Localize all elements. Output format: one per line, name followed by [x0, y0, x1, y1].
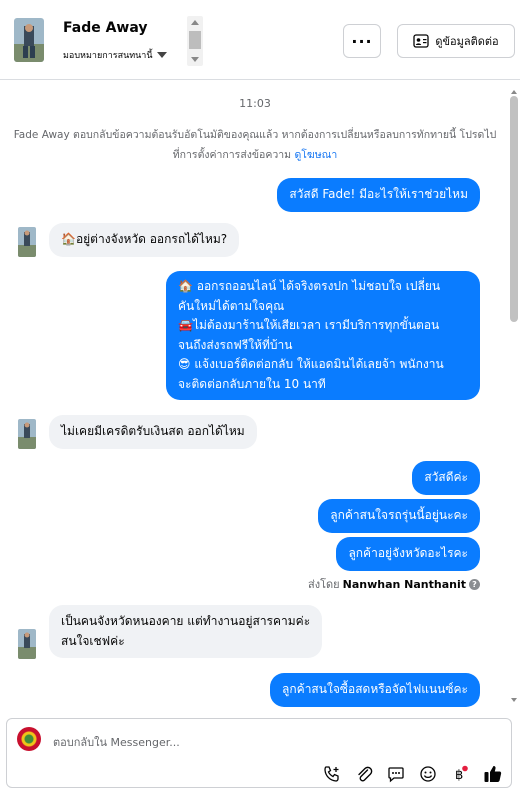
- chevron-down-icon: [156, 52, 167, 58]
- scroll-down-arrow-icon[interactable]: [191, 57, 199, 62]
- contact-avatar-small: [18, 629, 36, 659]
- outgoing-message: สวัสดี Fade! มีอะไรให้เราช่วยไหม: [277, 178, 480, 212]
- info-icon[interactable]: ?: [469, 578, 480, 590]
- quick-reply-icon[interactable]: [385, 763, 407, 785]
- message-line: จะติดต่อกลับภายใน 10 นาที: [178, 376, 326, 391]
- conversation-header: Fade Away มอบหมายการสนทนานี้ ··· ดูข้อมู…: [0, 0, 520, 80]
- emoji-icon[interactable]: [417, 763, 439, 785]
- attach-icon[interactable]: [353, 763, 375, 785]
- message-composer: ตอบกลับใน Messenger... ฿: [6, 718, 512, 788]
- contact-name[interactable]: Fade Away: [63, 20, 148, 36]
- sender-name: Nanwhan Nanthanit: [342, 577, 466, 591]
- message-line: สนใจเชฟค่ะ: [61, 633, 125, 648]
- reply-input[interactable]: ตอบกลับใน Messenger...: [53, 733, 180, 751]
- view-ad-link[interactable]: ดูโฆษณา: [294, 149, 337, 161]
- contact-avatar-small: [18, 227, 36, 257]
- scroll-thumb[interactable]: [189, 31, 201, 49]
- outgoing-message: ลูกค้าอยู่จังหวัดอะไรคะ: [336, 537, 480, 571]
- contact-avatar[interactable]: [14, 18, 44, 62]
- scroll-up-arrow-icon[interactable]: [511, 90, 517, 94]
- payment-icon[interactable]: ฿: [449, 763, 471, 785]
- sent-by-label: ส่งโดย Nanwhan Nanthanit ?: [308, 575, 480, 593]
- view-contact-info-button[interactable]: ดูข้อมูลติดต่อ: [397, 24, 515, 58]
- contact-avatar-small: [18, 419, 36, 449]
- svg-text:฿: ฿: [455, 768, 463, 783]
- scroll-thumb[interactable]: [510, 96, 518, 322]
- composer-toolbar: ฿: [7, 763, 513, 787]
- outgoing-message: สวัสดีค่ะ: [412, 461, 480, 495]
- message-line: 😎 แจ้งเบอร์ติดต่อกลับ ให้แอดมินได้เลยจ้า…: [178, 357, 444, 371]
- assign-conversation-dropdown[interactable]: มอบหมายการสนทนานี้: [63, 48, 167, 62]
- outgoing-message: 🏠 ออกรถออนไลน์ ได้จริงตรงปก ไม่ชอบใจ เปล…: [166, 271, 480, 400]
- system-notice-text: Fade Away ตอบกลับข้อความต้อนรับอัตโนมัติ…: [13, 129, 497, 161]
- call-add-icon[interactable]: [321, 763, 343, 785]
- outgoing-message: ลูกค้าสนใจซื้อสดหรือจัดไฟแนนซ์คะ: [270, 673, 480, 707]
- contact-info-label: ดูข้อมูลติดต่อ: [435, 35, 499, 48]
- incoming-message: ไม่เคยมีเครดิตรับเงินสด ออกได้ไหม: [49, 415, 257, 449]
- scroll-down-arrow-icon[interactable]: [511, 698, 517, 702]
- more-options-button[interactable]: ···: [343, 24, 381, 58]
- message-line: 🏠 ออกรถออนไลน์ ได้จริงตรงปก ไม่ชอบใจ เปล…: [178, 279, 441, 293]
- scroll-up-arrow-icon[interactable]: [191, 20, 199, 25]
- header-scrollbar[interactable]: [187, 16, 203, 66]
- page-avatar: [17, 727, 41, 751]
- message-timestamp: 11:03: [239, 97, 271, 110]
- message-line: 🚘ไม่ต้องมาร้านให้เสียเวลา เรามีบริการทุก…: [178, 318, 440, 332]
- sent-by-prefix: ส่งโดย: [308, 578, 340, 591]
- system-notice: Fade Away ตอบกลับข้อความต้อนรับอัตโนมัติ…: [12, 125, 498, 165]
- message-line: จนถึงส่งรถฟรีให้ที่บ้าน: [178, 337, 293, 352]
- incoming-message: เป็นคนจังหวัดหนองคาย แต่ทำงานอยู่สารคามค…: [49, 605, 323, 658]
- like-icon[interactable]: [481, 763, 505, 785]
- assign-label: มอบหมายการสนทนานี้: [63, 51, 153, 61]
- chat-scrollbar[interactable]: [508, 88, 520, 704]
- contact-card-icon: [413, 34, 429, 48]
- message-thread[interactable]: 11:03 Fade Away ตอบกลับข้อความต้อนรับอัต…: [0, 81, 520, 707]
- message-line: เป็นคนจังหวัดหนองคาย แต่ทำงานอยู่สารคามค…: [61, 614, 311, 628]
- message-line: คันใหม่ได้ตามใจคุณ: [178, 298, 285, 313]
- incoming-message: 🏠อยู่ต่างจังหวัด ออกรถได้ไหม?: [49, 223, 240, 257]
- outgoing-message: ลูกค้าสนใจรถรุ่นนี้อยู่นะคะ: [318, 499, 480, 533]
